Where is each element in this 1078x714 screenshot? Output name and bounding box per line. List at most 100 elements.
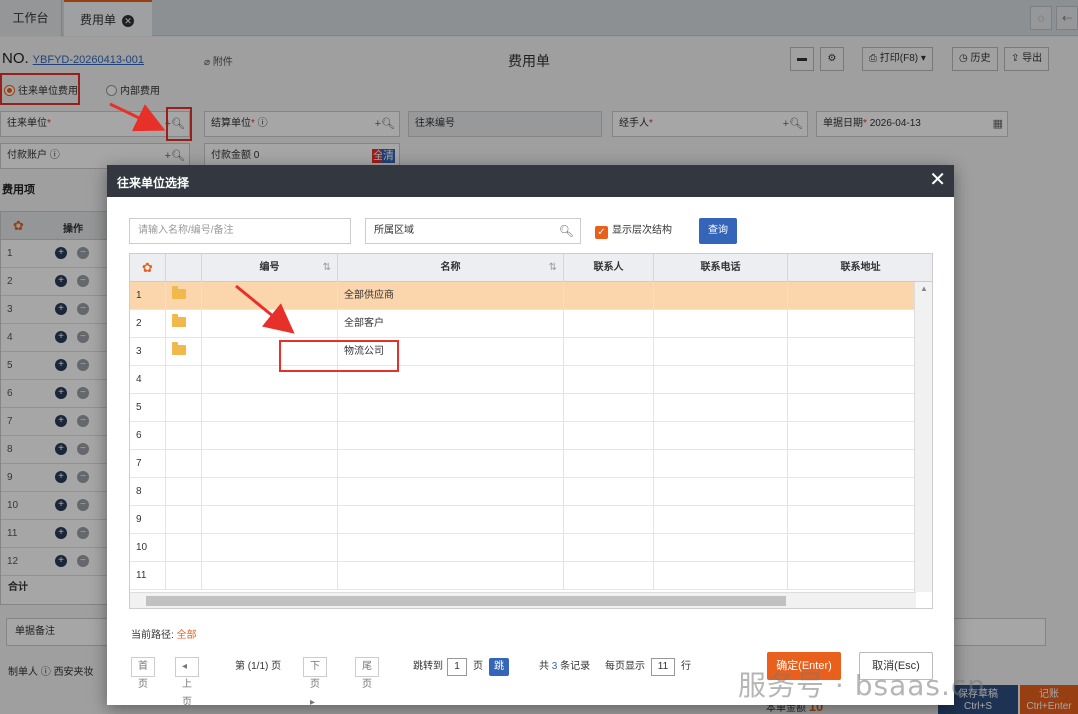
table-row[interactable]: 11 (130, 562, 916, 590)
name-cell: 物流公司 (338, 338, 564, 366)
folder-cell (166, 422, 202, 450)
prev-page-button[interactable]: ◂ 上页 (175, 657, 199, 708)
code-cell (202, 562, 338, 590)
row-number: 3 (130, 338, 166, 366)
row-unit: 行 (681, 661, 691, 672)
contact-cell (564, 310, 654, 338)
code-cell (202, 282, 338, 310)
jump-button[interactable]: 跳转 (489, 658, 509, 690)
code-cell (202, 394, 338, 422)
close-icon[interactable]: ✕ (929, 169, 946, 191)
path-value[interactable]: 全部 (177, 630, 197, 641)
header-contact[interactable]: 联系人 (564, 254, 654, 282)
search-icon[interactable]: 🔍︎ (559, 219, 574, 243)
row-number: 2 (130, 310, 166, 338)
code-cell (202, 478, 338, 506)
folder-icon (172, 286, 186, 299)
folder-icon (172, 314, 186, 327)
next-page-button[interactable]: 下页 ▸ (303, 657, 327, 708)
header-code[interactable]: 编号 ⇅ (202, 254, 338, 282)
table-row[interactable]: 8 (130, 478, 916, 506)
contact-cell (564, 338, 654, 366)
row-number: 6 (130, 422, 166, 450)
show-hierarchy-checkbox[interactable]: ✓ 显示层次结构 (595, 223, 672, 239)
row-number: 10 (130, 534, 166, 562)
query-button[interactable]: 查询 (699, 218, 737, 244)
vertical-scrollbar[interactable]: ▲ (914, 282, 932, 592)
folder-icon (172, 342, 186, 355)
first-page-button[interactable]: 首页 (131, 657, 155, 690)
last-page-button[interactable]: 尾页 (355, 657, 379, 690)
folder-cell (166, 450, 202, 478)
row-number: 7 (130, 450, 166, 478)
current-path: 当前路径: 全部 (131, 626, 197, 641)
name-cell (338, 478, 564, 506)
sort-icon[interactable]: ⇅ (323, 254, 331, 282)
contact-cell (564, 450, 654, 478)
phone-cell (654, 282, 788, 310)
chevron-up-icon[interactable]: ▲ (920, 284, 928, 293)
table-row[interactable]: 4 (130, 366, 916, 394)
table-row[interactable]: 9 (130, 506, 916, 534)
header-address[interactable]: 联系地址 (788, 254, 932, 282)
per-page-label: 每页显示 (605, 661, 645, 672)
table-row[interactable]: 3 物流公司 (130, 338, 916, 366)
scrollbar-thumb[interactable] (146, 596, 786, 606)
address-cell (788, 450, 916, 478)
address-cell (788, 282, 916, 310)
page-info: 第 (1/1) 页 (235, 661, 282, 672)
code-cell (202, 310, 338, 338)
contact-cell (564, 478, 654, 506)
contact-cell (564, 366, 654, 394)
jump-page-input[interactable]: 1 (447, 658, 467, 676)
name-cell: 全部供应商 (338, 282, 564, 310)
contact-cell (564, 422, 654, 450)
table-row[interactable]: 2 全部客户 (130, 310, 916, 338)
phone-cell (654, 562, 788, 590)
region-input[interactable]: 所属区域 🔍︎ (365, 218, 581, 244)
name-cell (338, 562, 564, 590)
contact-cell (564, 562, 654, 590)
address-cell (788, 366, 916, 394)
region-label: 所属区域 (374, 225, 414, 236)
row-number: 9 (130, 506, 166, 534)
phone-cell (654, 310, 788, 338)
name-cell: 全部客户 (338, 310, 564, 338)
code-cell (202, 534, 338, 562)
phone-cell (654, 422, 788, 450)
horizontal-scrollbar[interactable] (130, 592, 916, 608)
table-row[interactable]: 1 全部供应商 (130, 282, 916, 310)
table-row[interactable]: 10 (130, 534, 916, 562)
address-cell (788, 534, 916, 562)
name-cell (338, 422, 564, 450)
header-name[interactable]: 名称 ⇅ (338, 254, 564, 282)
address-cell (788, 310, 916, 338)
header-blank (166, 254, 202, 282)
search-input[interactable]: 请输入名称/编号/备注 (129, 218, 351, 244)
name-cell (338, 506, 564, 534)
partner-select-dialog: 往来单位选择 ✕ 请输入名称/编号/备注 所属区域 🔍︎ ✓ 显示层次结构 查询 ✿… (107, 165, 954, 708)
dialog-title: 往来单位选择 (117, 176, 190, 190)
folder-cell (166, 366, 202, 394)
code-cell (202, 422, 338, 450)
gear-icon[interactable]: ✿ (130, 254, 166, 282)
phone-cell (654, 450, 788, 478)
table-row[interactable]: 7 (130, 450, 916, 478)
contact-cell (564, 282, 654, 310)
sort-icon[interactable]: ⇅ (549, 254, 557, 282)
name-cell (338, 534, 564, 562)
header-code-label: 编号 (259, 262, 280, 273)
dialog-header: 往来单位选择 ✕ (107, 165, 954, 197)
per-page-input[interactable]: 11 (651, 658, 675, 676)
folder-cell (166, 282, 202, 310)
table-row[interactable]: 5 (130, 394, 916, 422)
row-number: 1 (130, 282, 166, 310)
header-phone[interactable]: 联系电话 (654, 254, 788, 282)
prev-page-label: 上页 (182, 679, 192, 708)
total-count: 3 (551, 661, 558, 672)
phone-cell (654, 394, 788, 422)
address-cell (788, 506, 916, 534)
address-cell (788, 562, 916, 590)
phone-cell (654, 366, 788, 394)
table-row[interactable]: 6 (130, 422, 916, 450)
